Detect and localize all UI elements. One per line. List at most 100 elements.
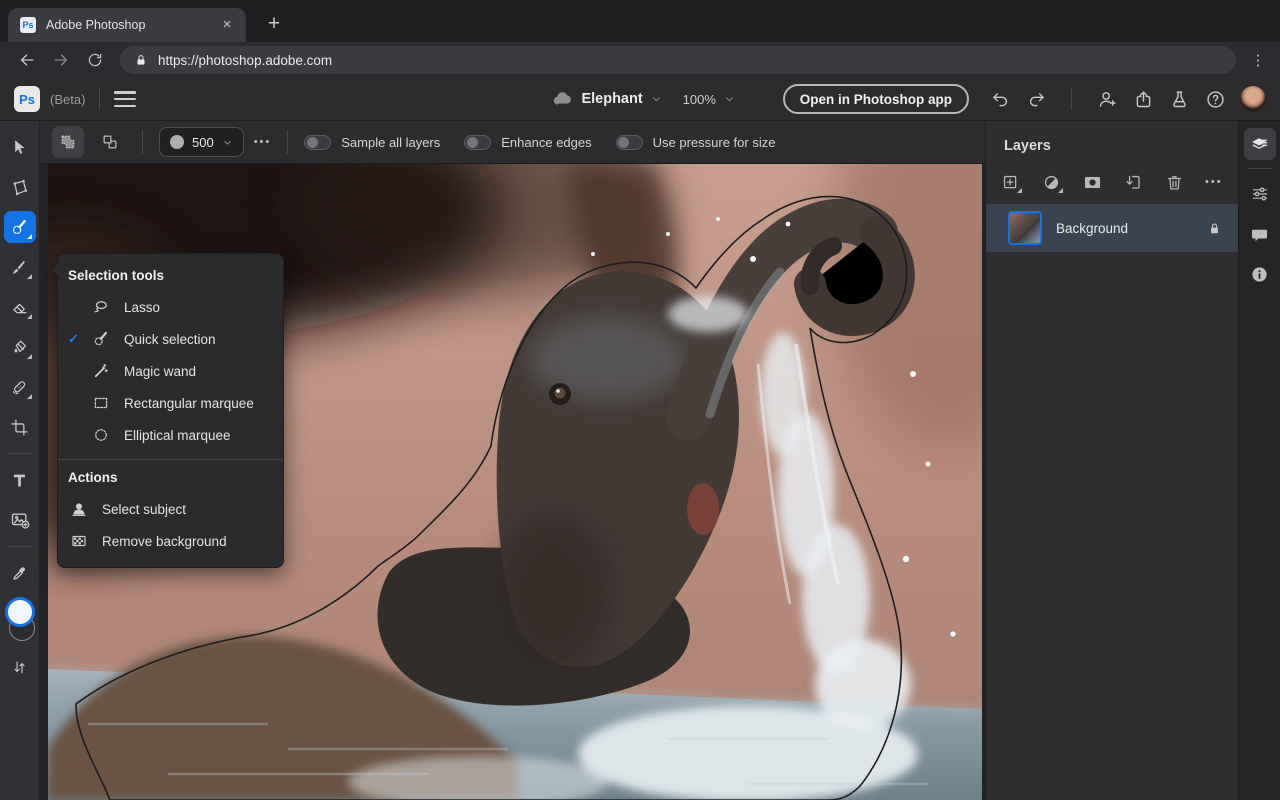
move-tool[interactable] [4,131,36,163]
menu-item-quick-selection[interactable]: ✓ Quick selection [58,323,283,355]
check-icon: ✓ [68,331,79,346]
invite-people-icon[interactable] [1092,84,1122,114]
toggle-label: Sample all layers [341,134,441,150]
chevron-down-icon[interactable] [651,93,663,105]
layer-mask-icon[interactable] [1082,172,1102,192]
forward-icon[interactable] [47,46,75,74]
subtract-from-selection-icon[interactable] [94,126,126,158]
browser-menu-icon[interactable]: ⋮ [1246,48,1270,72]
beta-flask-icon[interactable] [1164,84,1194,114]
toggle-label: Use pressure for size [652,134,776,150]
brush-preview-icon [170,135,184,149]
photoshop-logo: Ps [14,86,40,112]
healing-tool[interactable] [4,371,36,403]
help-icon[interactable] [1200,84,1230,114]
workspace: 500 ••• Sample all layers Enhance edges … [0,121,1280,800]
cloud-sync-icon [553,92,571,105]
info-panel-icon[interactable] [1244,258,1276,290]
comments-panel-icon[interactable] [1244,218,1276,250]
zoom-level[interactable]: 100% [683,92,716,107]
toolbar [0,121,40,800]
more-options-icon[interactable]: ••• [254,136,272,148]
menu-item-label: Remove background [102,533,227,549]
back-icon[interactable] [13,46,41,74]
transform-tool[interactable] [4,171,36,203]
app-header: Ps (Beta) Elephant 100% Open in Photosho… [0,78,1280,121]
menu-item-remove-background[interactable]: Remove background [58,525,283,557]
layer-thumbnail[interactable] [1008,211,1042,245]
select-subject-icon [68,500,90,518]
layer-name: Background [1056,220,1129,236]
menu-item-elliptical-marquee[interactable]: Elliptical marquee [58,419,283,451]
adjustment-layer-icon[interactable] [1041,172,1063,193]
share-icon[interactable] [1128,84,1158,114]
menu-item-magic-wand[interactable]: Magic wand [58,355,283,387]
quick-selection-tool[interactable] [3,211,36,243]
add-image-tool[interactable] [4,504,36,536]
sample-all-layers-toggle[interactable] [304,134,332,150]
tab-close-icon[interactable]: × [218,16,236,34]
redo-icon[interactable] [1021,84,1051,114]
remove-background-icon [68,532,90,550]
layers-more-icon[interactable]: ••• [1205,176,1223,188]
elliptical-marquee-icon [90,426,112,444]
browser-tab-strip: Ps Adobe Photoshop × + [0,0,1280,42]
divider [1071,88,1072,110]
new-tab-button[interactable]: + [260,10,288,38]
menu-item-select-subject[interactable]: Select subject [58,493,283,525]
divider [99,88,101,110]
undo-icon[interactable] [985,84,1015,114]
layer-lock-icon[interactable] [1207,221,1222,236]
menu-title: Selection tools [68,268,165,283]
enhance-edges-toggle[interactable] [464,134,492,150]
canvas-area[interactable]: Selection tools Lasso ✓ Quick selection [40,164,985,800]
document-name[interactable]: Elephant [581,91,642,107]
layers-toolbar: ••• [986,154,1238,204]
crop-tool[interactable] [4,411,36,443]
divider [7,546,32,547]
add-layer-icon[interactable] [1000,172,1022,193]
reload-icon[interactable] [81,46,109,74]
eraser-tool[interactable] [4,291,36,323]
quick-selection-icon [90,330,112,348]
browser-toolbar: https://photoshop.adobe.com ⋮ [0,42,1280,78]
color-swatches[interactable] [2,597,38,643]
brush-tool[interactable] [4,251,36,283]
header-actions: Open in Photoshop app [782,84,1266,114]
text-tool[interactable] [4,464,36,496]
swap-colors-icon[interactable] [4,651,36,683]
beta-label: (Beta) [50,91,86,107]
properties-panel-icon[interactable] [1244,178,1276,210]
layers-panel-icon[interactable] [1243,128,1276,160]
delete-layer-icon[interactable] [1164,172,1184,192]
add-to-selection-icon[interactable] [52,126,84,158]
layer-row-background[interactable]: Background [986,204,1238,252]
hamburger-menu-icon[interactable] [114,91,137,107]
panel-rail [1238,121,1280,800]
magic-wand-icon [90,362,112,380]
divider [58,459,283,460]
open-in-photoshop-button[interactable]: Open in Photoshop app [782,84,969,114]
brush-size-dropdown[interactable]: 500 [159,127,244,157]
layers-panel: Layers ••• Background [985,121,1238,800]
chevron-down-icon[interactable] [724,93,736,105]
browser-tab[interactable]: Ps Adobe Photoshop × [8,8,246,42]
move-layer-icon[interactable] [1123,172,1143,192]
divider [7,453,32,454]
eyedropper-tool[interactable] [4,557,36,589]
foreground-color-swatch[interactable] [4,597,35,627]
document-title-group: Elephant 100% [551,78,735,120]
user-avatar[interactable] [1240,86,1266,112]
menu-item-lasso[interactable]: Lasso [58,291,283,323]
toggle-label: Enhance edges [501,134,592,150]
menu-item-rectangular-marquee[interactable]: Rectangular marquee [58,387,283,419]
divider [287,130,289,154]
layers-panel-title: Layers [1004,138,1051,154]
address-bar[interactable]: https://photoshop.adobe.com [120,46,1236,74]
use-pressure-toggle[interactable] [615,134,643,150]
actions-title: Actions [68,470,118,485]
photoshop-favicon: Ps [20,17,36,33]
brush-size-value: 500 [192,134,214,150]
rectangular-marquee-icon [90,394,112,412]
fill-tool[interactable] [4,331,36,363]
